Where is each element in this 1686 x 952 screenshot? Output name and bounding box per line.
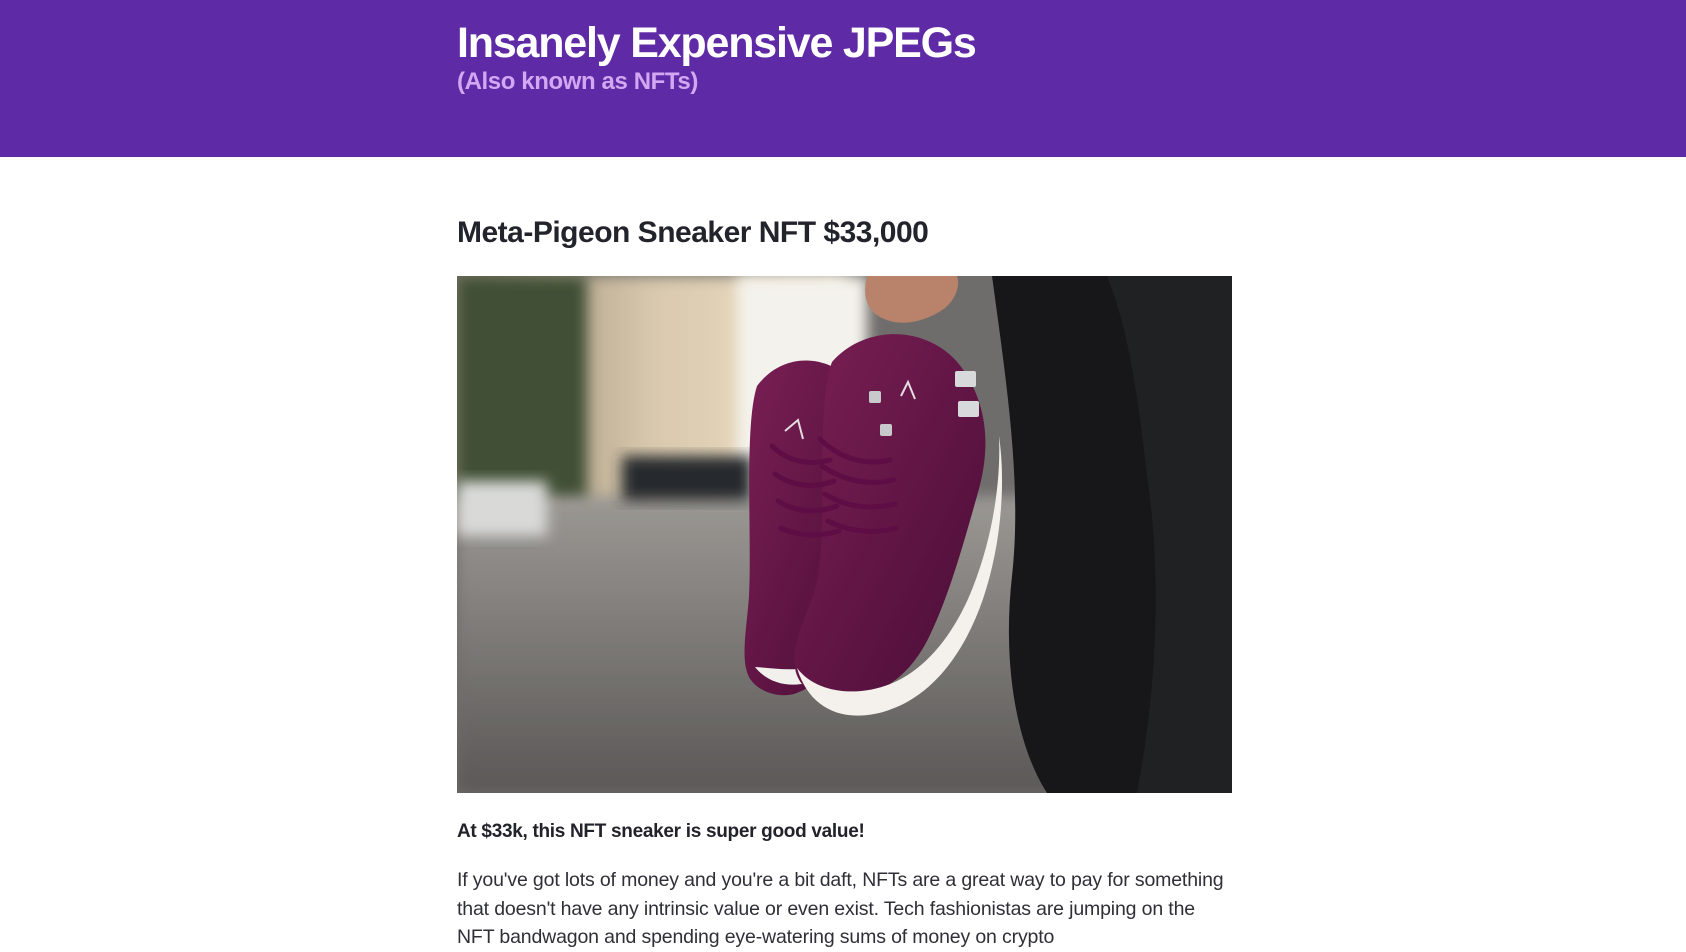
article-body: If you've got lots of money and you're a… (457, 869, 1224, 948)
article: Meta-Pigeon Sneaker NFT $33,000 At $33k,… (457, 200, 1232, 948)
sneaker-photo (457, 276, 1232, 793)
sneaker-photo-art (457, 276, 1232, 793)
article-lead: At $33k, this NFT sneaker is super good … (457, 821, 865, 842)
site-subtitle: (Also known as NFTs) (457, 68, 698, 95)
site-title: Insanely Expensive JPEGs (457, 19, 977, 67)
header-inner: Insanely Expensive JPEGs (Also known as … (457, 18, 1257, 96)
article-title: Meta-Pigeon Sneaker NFT $33,000 (457, 216, 929, 249)
site-header: Insanely Expensive JPEGs (Also known as … (0, 0, 1686, 157)
